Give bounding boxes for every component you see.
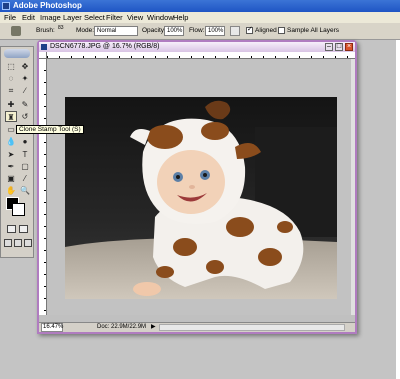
history-brush-icon[interactable]: ↺ — [19, 111, 31, 122]
zoom-field[interactable]: 16.47% — [41, 323, 63, 332]
toolbox-logo-icon[interactable] — [4, 49, 30, 58]
move-tool-icon[interactable]: ✥ — [19, 61, 31, 72]
hand-tool-icon[interactable]: ✋ — [5, 185, 17, 196]
clone-stamp-preset-icon[interactable] — [11, 26, 21, 36]
standard-mode-icon[interactable] — [7, 225, 16, 233]
close-button[interactable]: × — [345, 43, 353, 51]
menu-layer[interactable]: Layer — [63, 13, 82, 22]
menu-filter[interactable]: Filter — [106, 13, 123, 22]
options-bar: Brush: 83 Mode: Normal Opacity: 100% Flo… — [0, 23, 400, 40]
zoom-tool-icon[interactable]: 🔍 — [19, 185, 31, 196]
opacity-field[interactable]: 100% — [164, 26, 184, 36]
document-title-bar[interactable]: DSCN6778.JPG @ 16.7% (RGB/8) – □ × — [39, 42, 355, 52]
document-window[interactable]: DSCN6778.JPG @ 16.7% (RGB/8) – □ × 16.47… — [37, 40, 357, 334]
marquee-tool-icon[interactable]: ⬚ — [5, 61, 17, 72]
menu-view[interactable]: View — [127, 13, 143, 22]
slice-tool-icon[interactable]: ∕ — [19, 85, 31, 96]
menu-help[interactable]: Help — [173, 13, 188, 22]
workspace-edge — [396, 40, 400, 379]
background-color-swatch[interactable] — [12, 203, 25, 216]
menu-edit[interactable]: Edit — [22, 13, 35, 22]
aligned-label: Aligned — [255, 27, 277, 34]
opacity-label: Opacity: — [142, 27, 166, 34]
dodge-tool-icon[interactable]: ● — [19, 136, 31, 147]
mode-label: Mode: — [76, 27, 95, 34]
menu-select[interactable]: Select — [84, 13, 105, 22]
screen-mode-full-icon[interactable] — [24, 239, 32, 247]
shape-tool-icon[interactable]: ▢ — [19, 161, 31, 172]
path-select-icon[interactable]: ➤ — [5, 149, 17, 160]
flow-field[interactable]: 100% — [205, 26, 225, 36]
baby-photo-image — [65, 97, 337, 299]
menu-bar: File Edit Image Layer Select Filter View… — [0, 12, 400, 23]
aligned-checkbox[interactable] — [246, 25, 253, 34]
screen-mode-standard-icon[interactable] — [4, 239, 12, 247]
notes-tool-icon[interactable]: ▣ — [5, 173, 17, 184]
tool-tooltip: Clone Stamp Tool (S) — [16, 125, 84, 134]
menu-image[interactable]: Image — [40, 13, 61, 22]
canvas-area[interactable] — [47, 59, 355, 315]
document-title: DSCN6778.JPG @ 16.7% (RGB/8) — [50, 43, 160, 50]
brush-tool-icon[interactable]: ✎ — [19, 99, 31, 110]
maximize-button[interactable]: □ — [335, 43, 343, 51]
photoshop-app: Adobe Photoshop File Edit Image Layer Se… — [0, 0, 400, 379]
healing-brush-icon[interactable]: ✚ — [5, 99, 17, 110]
doc-size-info: Doc: 22.9M/22.9M — [97, 324, 147, 330]
sample-all-layers-label: Sample All Layers — [287, 27, 340, 34]
brush-label: Brush: — [36, 27, 55, 34]
lasso-tool-icon[interactable]: ◌ — [5, 73, 17, 84]
type-tool-icon[interactable]: T — [19, 149, 31, 160]
horizontal-ruler[interactable] — [47, 52, 355, 59]
photoshop-icon — [2, 2, 10, 10]
toolbox: ⬚ ✥ ◌ ✦ ⌗ ∕ ✚ ✎ ♜ ↺ ▭ ▤ 💧 ● ➤ T ✒ ▢ ▣ ⁄ … — [0, 46, 34, 258]
app-title: Adobe Photoshop — [13, 1, 82, 10]
airbrush-icon[interactable] — [230, 26, 240, 36]
sample-all-layers-checkbox[interactable] — [278, 27, 285, 34]
status-menu-icon[interactable]: ▶ — [151, 323, 156, 330]
document-status-bar: 16.47% Doc: 22.9M/22.9M ▶ — [39, 322, 355, 332]
eyedropper-icon[interactable]: ⁄ — [19, 173, 31, 184]
blur-tool-icon[interactable]: 💧 — [5, 136, 17, 147]
vertical-scrollbar[interactable] — [351, 59, 355, 315]
quick-mask-icon[interactable] — [19, 225, 28, 233]
flow-label: Flow: — [189, 27, 205, 34]
clone-stamp-icon[interactable]: ♜ — [5, 111, 17, 122]
screen-mode-menu-icon[interactable] — [14, 239, 22, 247]
menu-file[interactable]: File — [4, 13, 16, 22]
title-bar: Adobe Photoshop — [0, 0, 400, 12]
magic-wand-icon[interactable]: ✦ — [19, 73, 31, 84]
vertical-ruler[interactable] — [39, 59, 47, 315]
horizontal-scrollbar[interactable] — [159, 324, 345, 331]
mode-select[interactable]: Normal — [94, 26, 138, 36]
pen-tool-icon[interactable]: ✒ — [5, 161, 17, 172]
ruler-corner[interactable] — [39, 52, 47, 59]
baby-photo[interactable] — [65, 97, 337, 299]
crop-tool-icon[interactable]: ⌗ — [5, 85, 17, 96]
minimize-button[interactable]: – — [325, 43, 333, 51]
menu-window[interactable]: Window — [147, 13, 174, 22]
brush-size[interactable]: 83 — [58, 25, 64, 31]
document-icon — [41, 44, 47, 50]
